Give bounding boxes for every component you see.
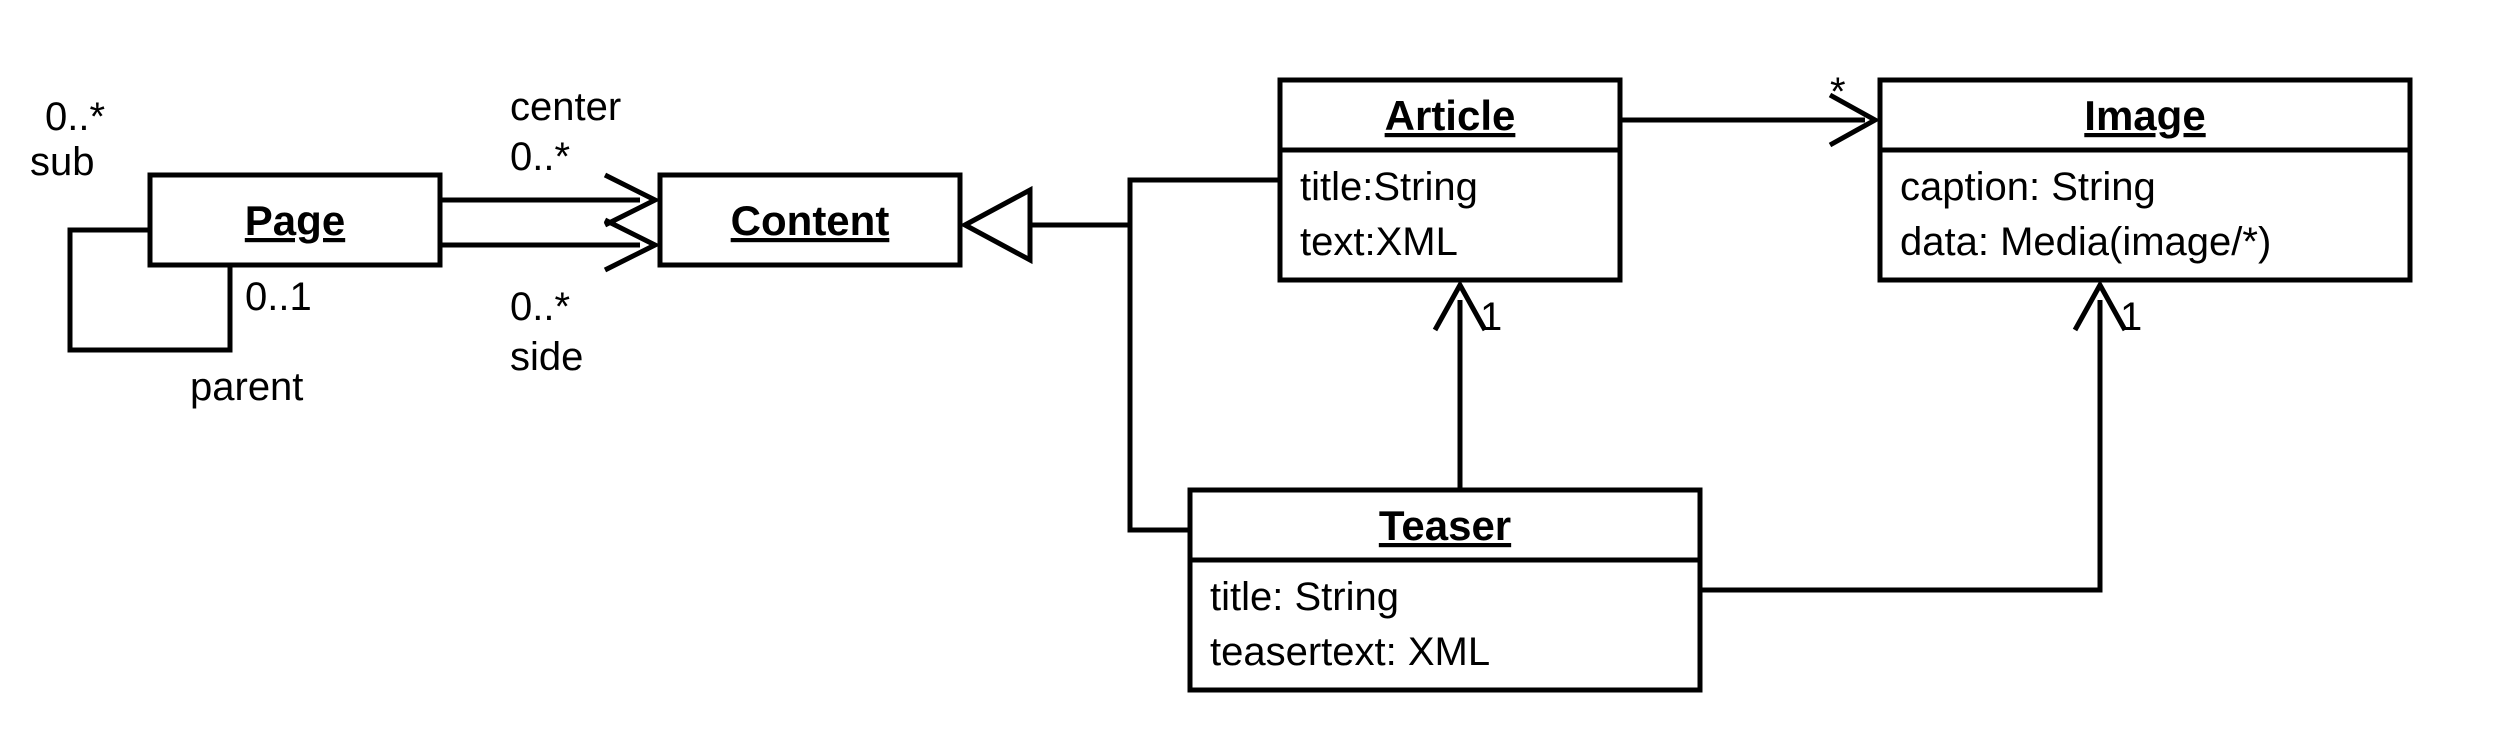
role-page-parent: parent [190, 365, 303, 409]
class-article: Article title:String text:XML [1280, 80, 1620, 280]
image-attr-0: caption: String [1900, 165, 2156, 209]
assoc-teaser-image: 1 [1700, 285, 2142, 590]
class-teaser-name: Teaser [1379, 502, 1511, 549]
class-image-name: Image [2084, 92, 2205, 139]
article-attr-1: text:XML [1300, 220, 1458, 264]
mult-side: 0..* [510, 285, 570, 329]
image-attr-1: data: Media(image/*) [1900, 220, 2271, 264]
role-center: center [510, 85, 621, 129]
class-image: Image caption: String data: Media(image/… [1880, 80, 2410, 280]
article-attr-0: title:String [1300, 165, 1478, 209]
assoc-article-image: * [1620, 70, 1875, 145]
class-content-name: Content [731, 197, 890, 244]
uml-diagram: Page 0..* sub 0..1 parent Content center… [0, 0, 2500, 737]
assoc-page-content-side: 0..* side [440, 220, 655, 379]
class-article-name: Article [1385, 92, 1516, 139]
class-content: Content [660, 175, 960, 265]
assoc-page-content-center: center 0..* [440, 85, 655, 225]
mult-page-parent: 0..1 [245, 275, 312, 319]
teaser-attr-0: title: String [1210, 575, 1399, 619]
mult-article-image: * [1830, 70, 1846, 114]
mult-page-sub: 0..* [45, 95, 105, 139]
role-side: side [510, 335, 583, 379]
teaser-attr-1: teasertext: XML [1210, 630, 1490, 674]
generalization-to-content [965, 180, 1280, 530]
mult-teaser-article: 1 [1480, 295, 1502, 339]
class-page: Page [150, 175, 440, 265]
class-teaser: Teaser title: String teasertext: XML [1190, 490, 1700, 690]
class-page-name: Page [245, 197, 345, 244]
assoc-teaser-article: 1 [1435, 285, 1502, 490]
role-page-sub: sub [30, 140, 95, 184]
mult-teaser-image: 1 [2120, 295, 2142, 339]
mult-center: 0..* [510, 135, 570, 179]
